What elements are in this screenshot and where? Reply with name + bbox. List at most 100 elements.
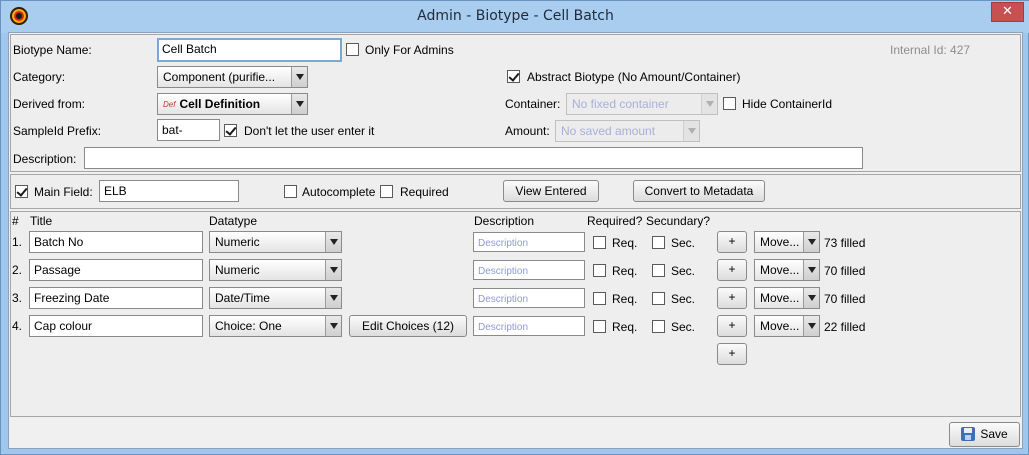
filled-count: 70 filled xyxy=(824,264,866,278)
no-user-enter-label: Don't let the user enter it xyxy=(244,124,375,138)
datatype-select[interactable]: Date/Time xyxy=(209,287,342,309)
hide-containerid-checkbox[interactable] xyxy=(723,97,736,110)
col-header-datatype: Datatype xyxy=(209,214,258,228)
biotype-name-label: Biotype Name: xyxy=(13,43,92,57)
hide-containerid-label: Hide ContainerId xyxy=(742,97,833,111)
title-bar[interactable]: Admin - Biotype - Cell Batch ✕ xyxy=(1,1,1029,33)
only-admins-checkbox[interactable] xyxy=(346,43,359,56)
save-button[interactable]: Save xyxy=(949,422,1020,447)
category-select[interactable]: Component (purifie... xyxy=(157,66,308,88)
col-header-description: Description xyxy=(474,214,535,228)
chevron-down-icon[interactable] xyxy=(803,288,819,308)
req-label: Req. xyxy=(612,236,638,250)
close-button[interactable]: ✕ xyxy=(991,2,1024,22)
required-checkbox[interactable] xyxy=(380,185,393,198)
description-input[interactable] xyxy=(84,147,863,169)
add-field-button[interactable]: + xyxy=(717,259,747,281)
secondary-checkbox[interactable] xyxy=(652,264,665,277)
row-number: 4. xyxy=(12,319,23,333)
table-row: 2. Passage Numeric Description Req. Sec.… xyxy=(11,258,1020,282)
abstract-biotype-checkbox[interactable] xyxy=(507,70,520,83)
datatype-select[interactable]: Numeric xyxy=(209,231,342,253)
move-value: Move... xyxy=(760,263,800,277)
required-checkbox[interactable] xyxy=(593,236,606,249)
edit-choices-button[interactable]: Edit Choices (12) xyxy=(349,315,467,337)
definition-icon: Def xyxy=(163,100,176,109)
field-description-input[interactable]: Description xyxy=(473,288,585,308)
secondary-checkbox[interactable] xyxy=(652,236,665,249)
no-user-enter-checkbox[interactable] xyxy=(224,124,237,137)
autocomplete-label: Autocomplete xyxy=(302,185,376,199)
table-row: 3. Freezing Date Date/Time Description R… xyxy=(11,286,1020,310)
required-checkbox[interactable] xyxy=(593,292,606,305)
required-checkbox[interactable] xyxy=(593,264,606,277)
required-checkbox[interactable] xyxy=(593,320,606,333)
field-title-input[interactable]: Freezing Date xyxy=(29,287,203,309)
chevron-down-icon[interactable] xyxy=(325,260,341,280)
description-label: Description: xyxy=(13,152,77,166)
move-select[interactable]: Move... xyxy=(754,315,820,337)
move-select[interactable]: Move... xyxy=(754,231,820,253)
autocomplete-checkbox[interactable] xyxy=(284,185,297,198)
datatype-value: Choice: One xyxy=(215,319,282,333)
biotype-name-input[interactable]: Cell Batch xyxy=(157,38,342,62)
chevron-down-icon[interactable] xyxy=(803,260,819,280)
main-field-panel: Main Field: ELB Autocomplete Required Vi… xyxy=(10,174,1021,209)
internal-id-text: Internal Id: 427 xyxy=(890,43,971,57)
description-placeholder: Description xyxy=(478,266,529,277)
col-header-required: Required? xyxy=(587,214,643,228)
move-select[interactable]: Move... xyxy=(754,287,820,309)
abstract-biotype-label: Abstract Biotype (No Amount/Container) xyxy=(527,70,741,84)
datatype-select[interactable]: Choice: One xyxy=(209,315,342,337)
field-title-input[interactable]: Passage xyxy=(29,259,203,281)
req-label: Req. xyxy=(612,264,638,278)
chevron-down-icon[interactable] xyxy=(325,316,341,336)
secondary-checkbox[interactable] xyxy=(652,320,665,333)
main-field-checkbox[interactable] xyxy=(15,185,28,198)
add-field-button[interactable]: + xyxy=(717,287,747,309)
sampleid-prefix-input[interactable]: bat- xyxy=(157,119,220,141)
amount-value: No saved amount xyxy=(561,124,656,138)
datatype-select[interactable]: Numeric xyxy=(209,259,342,281)
biotype-properties-panel: Biotype Name: Cell Batch Only For Admins… xyxy=(10,34,1021,172)
only-admins-label: Only For Admins xyxy=(365,43,454,57)
chevron-down-icon[interactable] xyxy=(291,94,307,114)
row-number: 1. xyxy=(12,235,23,249)
add-field-button[interactable]: + xyxy=(717,231,747,253)
field-description-input[interactable]: Description xyxy=(473,260,585,280)
view-entered-button[interactable]: View Entered xyxy=(503,180,599,202)
derived-from-select[interactable]: Def Cell Definition xyxy=(157,93,308,115)
save-label: Save xyxy=(980,427,1008,441)
sampleid-prefix-label: SampleId Prefix: xyxy=(13,124,102,138)
chevron-down-icon xyxy=(683,121,699,141)
secondary-checkbox[interactable] xyxy=(652,292,665,305)
chevron-down-icon[interactable] xyxy=(325,232,341,252)
add-field-button[interactable]: + xyxy=(717,315,747,337)
convert-to-metadata-button[interactable]: Convert to Metadata xyxy=(633,180,765,202)
chevron-down-icon[interactable] xyxy=(803,232,819,252)
req-label: Req. xyxy=(612,320,638,334)
chevron-down-icon[interactable] xyxy=(325,288,341,308)
filled-count: 22 filled xyxy=(824,320,866,334)
req-label: Req. xyxy=(612,292,638,306)
fields-table-panel: # Title Datatype Description Required? S… xyxy=(10,211,1021,417)
move-select[interactable]: Move... xyxy=(754,259,820,281)
table-row: 4. Cap colour Choice: One Edit Choices (… xyxy=(11,314,1020,338)
add-field-button-end[interactable]: + xyxy=(717,343,747,365)
col-header-title: Title xyxy=(30,214,53,228)
field-title-input[interactable]: Batch No xyxy=(29,231,203,253)
floppy-disk-icon xyxy=(961,427,976,441)
field-description-input[interactable]: Description xyxy=(473,316,585,336)
dialog-client: Biotype Name: Cell Batch Only For Admins… xyxy=(8,32,1023,449)
sec-label: Sec. xyxy=(671,320,696,334)
chevron-down-icon[interactable] xyxy=(803,316,819,336)
derived-from-value: Cell Definition xyxy=(179,97,261,111)
app-window: Admin - Biotype - Cell Batch ✕ Biotype N… xyxy=(0,0,1029,455)
datatype-value: Numeric xyxy=(215,263,260,277)
category-label: Category: xyxy=(13,70,66,84)
col-header-num: # xyxy=(12,214,19,228)
field-description-input[interactable]: Description xyxy=(473,232,585,252)
field-title-input[interactable]: Cap colour xyxy=(29,315,203,337)
chevron-down-icon[interactable] xyxy=(291,67,307,87)
main-field-input[interactable]: ELB xyxy=(99,180,239,202)
